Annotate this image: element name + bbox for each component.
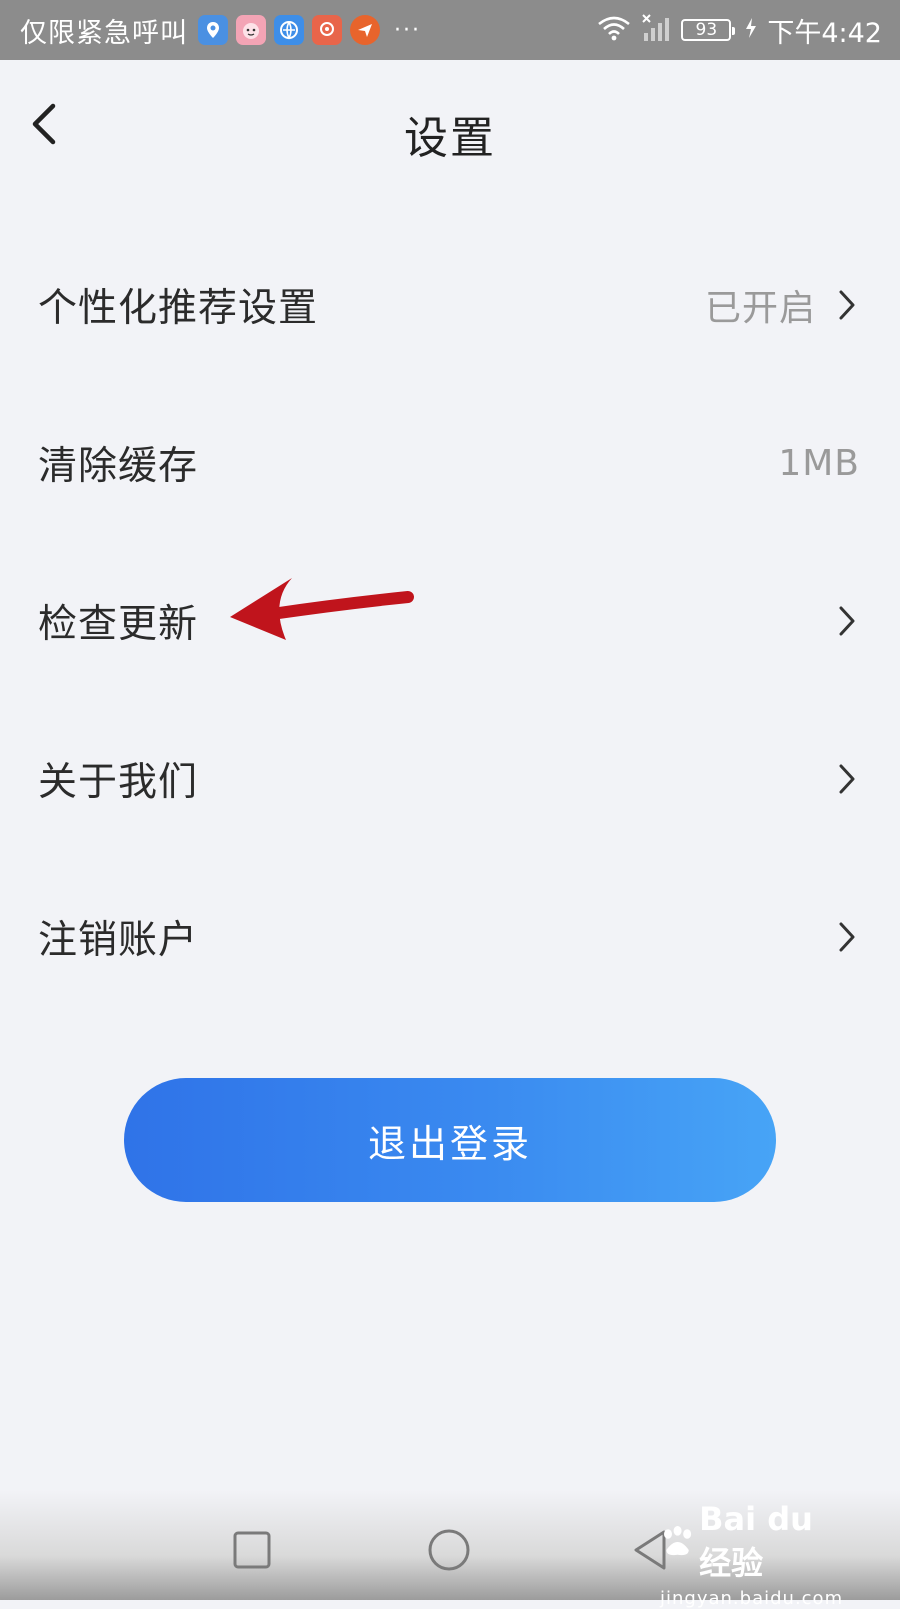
setting-label: 个性化推荐设置	[38, 286, 319, 331]
setting-right	[834, 759, 860, 799]
chevron-right-icon	[834, 601, 860, 641]
chevron-right-icon	[834, 917, 860, 957]
recent-apps-button[interactable]	[228, 1526, 276, 1574]
paw-icon	[663, 1526, 692, 1556]
logout-button[interactable]: 退出登录	[124, 1078, 776, 1202]
settings-list: 个性化推荐设置 已开启 清除缓存 1MB 检查更新 关于我们 注销账户	[0, 226, 900, 1016]
setting-right	[834, 601, 860, 641]
cache-size-value: 1MB	[778, 442, 860, 484]
home-button[interactable]	[425, 1526, 473, 1574]
setting-delete-account[interactable]: 注销账户	[0, 858, 900, 1016]
carrier-text: 仅限紧急呼叫	[20, 17, 188, 49]
status-right: 93 下午4:42	[597, 11, 882, 50]
setting-right	[834, 917, 860, 957]
chevron-right-icon	[834, 285, 860, 325]
circle-icon	[428, 1529, 470, 1571]
clock: 下午4:42	[767, 17, 882, 49]
setting-label: 关于我们	[38, 760, 199, 805]
setting-label: 检查更新	[38, 602, 199, 647]
square-icon	[233, 1531, 271, 1569]
more-notifications-icon: ···	[394, 17, 421, 43]
charging-icon	[745, 17, 757, 43]
page-title: 设置	[404, 113, 496, 164]
setting-check-update[interactable]: 检查更新	[0, 542, 900, 700]
signal-icon	[641, 13, 671, 47]
watermark-logo: Bai du 经验	[660, 1500, 850, 1584]
setting-right: 1MB	[778, 443, 860, 484]
mail-app-icon	[312, 15, 342, 45]
status-bar: 仅限紧急呼叫 ··· 93 下午4:42	[0, 0, 900, 60]
setting-label: 注销账户	[38, 918, 199, 963]
header: 设置	[0, 60, 900, 200]
setting-right: 已开启	[705, 279, 860, 331]
setting-clear-cache[interactable]: 清除缓存 1MB	[0, 384, 900, 542]
battery-indicator: 93	[681, 19, 736, 41]
baidu-jingyan-watermark: Bai du 经验 jingyan.baidu.com	[660, 1500, 850, 1609]
map-app-icon	[198, 15, 228, 45]
chevron-right-icon	[834, 759, 860, 799]
cartoon-app-icon	[236, 15, 266, 45]
setting-value: 已开启	[704, 288, 816, 329]
setting-about-us[interactable]: 关于我们	[0, 700, 900, 858]
browser-app-icon	[274, 15, 304, 45]
wifi-icon	[597, 15, 631, 45]
setting-personalized-recommendation[interactable]: 个性化推荐设置 已开启	[0, 226, 900, 384]
watermark-url: jingyan.baidu.com	[660, 1588, 844, 1609]
watermark-logo-text: Bai du 经验	[699, 1500, 813, 1582]
send-app-icon	[350, 15, 380, 45]
setting-label: 清除缓存	[38, 444, 199, 489]
status-left: 仅限紧急呼叫 ···	[20, 11, 421, 50]
